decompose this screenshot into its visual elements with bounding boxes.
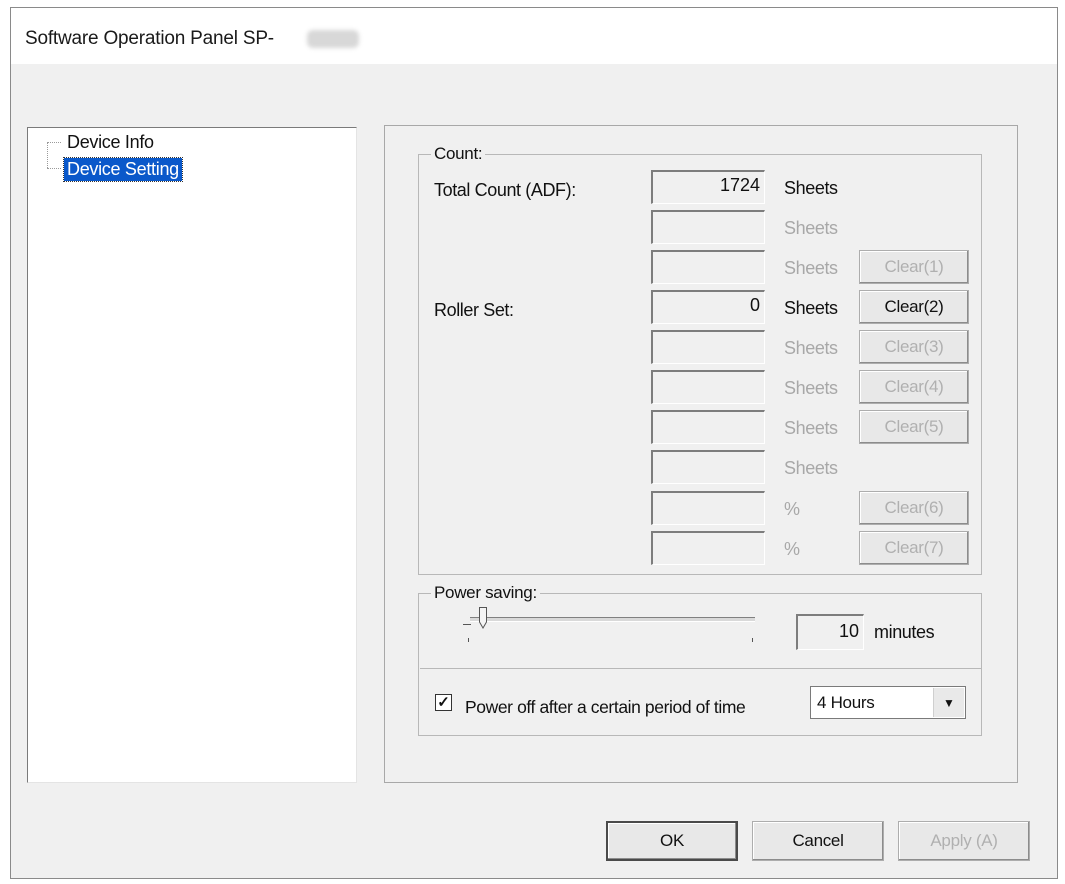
count-field [651,250,765,284]
clear-7-button[interactable]: Clear(7) [859,531,969,565]
tree-item-device-setting[interactable]: Device Setting [63,157,183,182]
slider-tick [468,638,469,642]
unit-label: % [784,499,800,519]
power-off-period-select[interactable]: 4 Hours ▼ [810,686,966,719]
slider-tick [752,638,753,642]
count-field [651,410,765,444]
count-group-label: Count: [431,144,486,164]
clear-2-button[interactable]: Clear(2) [859,290,969,324]
count-field [651,450,765,484]
clear-3-button[interactable]: Clear(3) [859,330,969,364]
power-off-period-value: 4 Hours [817,693,875,712]
count-field [651,531,765,565]
power-saving-slider[interactable] [470,617,755,622]
slider-thumb[interactable] [478,607,487,629]
chevron-down-icon[interactable]: ▼ [933,688,964,717]
clear-5-button[interactable]: Clear(5) [859,410,969,444]
ok-button[interactable]: OK [606,821,738,861]
unit-label: Sheets [784,338,838,358]
unit-label: Sheets [784,218,838,238]
tree-connector-line [47,142,61,143]
count-field [651,330,765,364]
unit-label: Sheets [784,178,838,198]
navigation-tree[interactable]: Device Info Device Setting [27,127,357,783]
cancel-button[interactable]: Cancel [752,821,884,861]
power-group-divider [420,668,982,669]
blurred-model-number [307,30,359,48]
count-field [651,491,765,525]
unit-label: Sheets [784,298,838,318]
unit-label: % [784,539,800,559]
minutes-unit-label: minutes [874,622,935,642]
clear-4-button[interactable]: Clear(4) [859,370,969,404]
unit-label: Sheets [784,378,838,398]
window-title: Software Operation Panel SP- [25,28,274,49]
total-count-field: 1724 [651,170,765,204]
clear-6-button[interactable]: Clear(6) [859,491,969,525]
minutes-field[interactable]: 10 [796,614,864,650]
tree-connector-line [47,142,49,168]
roller-set-label: Roller Set: [434,300,514,320]
power-off-checkbox[interactable]: ✓ [435,694,452,711]
tree-item-device-info[interactable]: Device Info [64,131,157,154]
clear-1-button[interactable]: Clear(1) [859,250,969,284]
apply-button[interactable]: Apply (A) [898,821,1030,861]
power-off-label: Power off after a certain period of time [465,697,746,717]
count-field [651,370,765,404]
tree-connector-line [47,168,61,169]
unit-label: Sheets [784,458,838,478]
slider-tick [463,624,471,625]
title-bar: Software Operation Panel SP- [11,8,1057,64]
count-field [651,210,765,244]
total-count-label: Total Count (ADF): [434,180,576,200]
roller-set-field: 0 [651,290,765,324]
power-saving-group-label: Power saving: [431,583,540,603]
unit-label: Sheets [784,418,838,438]
unit-label: Sheets [784,258,838,278]
